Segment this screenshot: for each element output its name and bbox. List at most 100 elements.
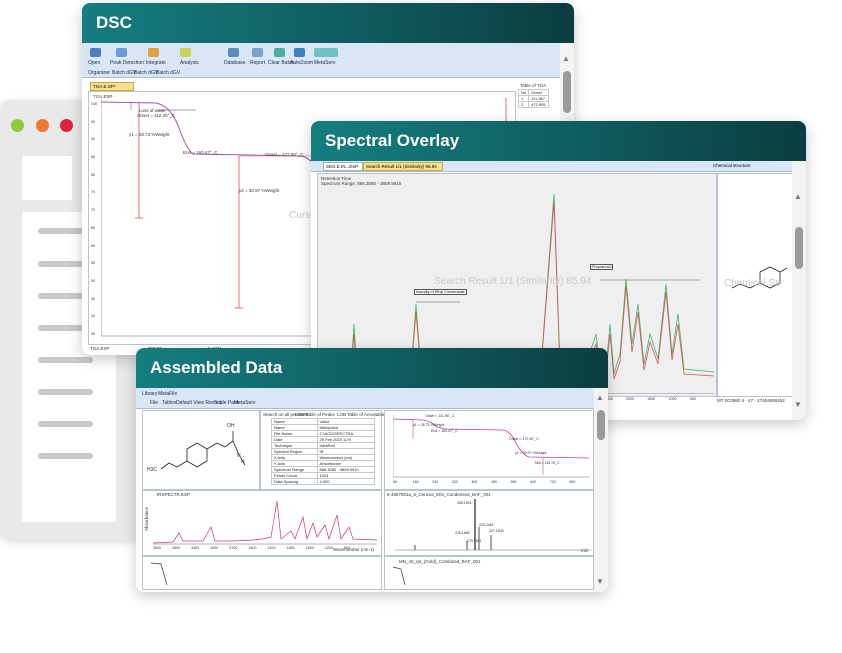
- spectral-doc-tabs: SEG.E.IN...ESP Search Result 1/1 (Simila…: [311, 161, 792, 172]
- impurity-label: Impurity of Ethyl Condensate: [414, 289, 467, 295]
- structure-label-oh: OH: [227, 423, 235, 429]
- tick-label: 90: [91, 137, 95, 142]
- menu-database[interactable]: Database: [224, 60, 245, 66]
- dsc-scroll-thumb[interactable]: [563, 71, 571, 113]
- status-file: TGA.ESP: [90, 346, 110, 351]
- spectral-status: MT 0C0980 4 · 47 · 27404590452: [717, 398, 785, 403]
- subtab-batch-3[interactable]: Batch dGV: [156, 70, 180, 76]
- scroll-up-icon[interactable]: ▲: [596, 394, 604, 402]
- menu-open[interactable]: Open: [88, 60, 100, 66]
- integrate-icon[interactable]: [148, 48, 159, 57]
- tick-label: 240: [432, 480, 439, 484]
- dsc-table: No Onset 1 111.967 2 472.905: [517, 89, 549, 108]
- subtab-batch-1[interactable]: Batch dGV: [112, 70, 136, 76]
- analysis-icon[interactable]: [180, 48, 191, 57]
- tick-label: 100: [91, 102, 97, 106]
- spectral-scroll-thumb[interactable]: [795, 227, 803, 269]
- dsc-toolbar: Open Peak Detection Integrate Analysis D…: [82, 43, 560, 78]
- structure-pane: Chemical Str: [717, 173, 793, 397]
- dsc-y-axis: 100 95 90 85 80 75 70 65 60 55 50 45 40 35: [91, 102, 101, 336]
- dsc-doc-tab[interactable]: TGA.E.SP*: [90, 82, 134, 91]
- assembled-scroll-thumb[interactable]: [597, 410, 605, 440]
- tick-label: 2100: [267, 546, 276, 550]
- ms-peak-label: 268.1691: [457, 501, 472, 505]
- menu-peak-detection[interactable]: Peak Detection: [110, 60, 144, 66]
- tga-x-axis: 80 160 240 320 400 480 560 640 720 800: [393, 480, 589, 486]
- subtab-batch-2[interactable]: Batch dGV: [134, 70, 158, 76]
- assembled-toolbar: Library MetaFile File Tables Default Vie…: [136, 388, 594, 409]
- autozoom-icon[interactable]: [294, 48, 305, 57]
- table-row[interactable]: Data Spacing 4.000: [271, 478, 376, 485]
- scroll-down-icon[interactable]: ▼: [794, 401, 802, 409]
- ms-peak-label: 275.1601: [467, 539, 482, 543]
- tab-table-of-annotations[interactable]: LOB Table of Annotations: [337, 412, 388, 417]
- toolbar-tables[interactable]: Tables: [162, 400, 176, 406]
- assembled-ir-pane: IRSPECTR.ESP Absorbance 3900 3600 3300 3000…: [142, 490, 382, 556]
- tick-label: 720: [549, 480, 556, 484]
- database-icon[interactable]: [228, 48, 239, 57]
- spectral-scrollbar[interactable]: ▲ ▼: [792, 161, 806, 420]
- tick-label: 640: [530, 480, 537, 484]
- tick-label: 75: [91, 190, 95, 195]
- assembled-table-pane: Search on all previews LOB Table of Peak…: [260, 410, 388, 490]
- assembled-structure-pane: OH H3C N H: [142, 410, 260, 490]
- overlay-watermark: Search Result 1/1 (Similarity) 85.94: [434, 276, 592, 287]
- ms-peak-label: 226.1665: [455, 531, 470, 535]
- table-row[interactable]: 1 111.967: [517, 95, 549, 102]
- scroll-up-icon[interactable]: ▲: [794, 193, 802, 201]
- tab-table-of-peaks[interactable]: LOB Table of Peaks: [295, 412, 335, 417]
- tick-label: 45: [91, 296, 95, 301]
- tick-label: 3900: [153, 546, 161, 550]
- spectral-tab-1[interactable]: SEG.E.IN...ESP: [323, 162, 363, 171]
- assembled-data-window: Assembled Data Library MetaFile File Tab…: [136, 348, 608, 592]
- bg-thumbnail: [22, 156, 72, 200]
- metaserv-icon[interactable]: [314, 48, 338, 57]
- table-cell: Data Spacing: [271, 478, 318, 485]
- open-icon[interactable]: [90, 48, 101, 57]
- structure-label-h3c: H3C: [147, 467, 158, 473]
- subtab-organizer[interactable]: Organizer: [88, 70, 110, 76]
- ir-xlabel: Wavenumber (cm-1): [333, 547, 374, 552]
- structure-watermark: Chemical Str: [724, 278, 782, 289]
- tick-label: 85: [91, 155, 95, 160]
- scroll-down-icon[interactable]: ▼: [596, 578, 604, 586]
- dsc-annotation-yield1: y1 = 28.73 %Weight: [129, 132, 170, 137]
- dsc-annotation-yield2: y2 = 30.97 %Weight: [239, 188, 280, 193]
- tga-annotation: Onset = 472.90°_C: [509, 437, 539, 441]
- ms-peak-label: 327.1845: [489, 529, 504, 533]
- table-row[interactable]: 2 472.905: [517, 101, 549, 108]
- tick-label: 3600: [172, 546, 181, 550]
- ms-xlabel: m/z: [581, 548, 589, 553]
- ir-x-axis: 3900 3600 3300 3000 2700 2400 2100 1800 1500 1200…: [153, 546, 363, 552]
- tick-label: 1500: [647, 397, 656, 401]
- table-cell: 472.905: [528, 101, 549, 108]
- ms-peak-label: 220.4461: [479, 523, 494, 527]
- spectral-tab-2[interactable]: Search Result 1/1 (Similarity) 85.94: [363, 162, 443, 171]
- toolbar-library[interactable]: Library: [142, 391, 157, 397]
- menu-integrate[interactable]: Integrate: [146, 60, 166, 66]
- structure-label-h: H: [241, 459, 245, 465]
- tick-label: 40: [91, 314, 95, 319]
- menu-autozoom[interactable]: AutoZoom: [290, 60, 313, 66]
- menu-analysis[interactable]: Analysis: [180, 60, 199, 66]
- structure-tab[interactable]: Chemical structure: [713, 162, 773, 169]
- tick-label: 3000: [210, 546, 219, 550]
- tga-annotation: y2 = 30.97 %Weight: [515, 451, 547, 455]
- peak-detection-icon[interactable]: [116, 48, 127, 57]
- toolbar-metafile[interactable]: MetaFile: [158, 391, 177, 397]
- tick-label: 160: [412, 480, 419, 484]
- toolbar-file[interactable]: File: [150, 400, 158, 406]
- toolbar-metaserv[interactable]: MetaServ: [234, 400, 255, 406]
- table-cell: 2: [517, 101, 530, 108]
- assembled-scrollbar[interactable]: ▲ ▼: [594, 388, 608, 592]
- tga-annotation: End = 160.47°_C: [431, 429, 458, 433]
- report-icon[interactable]: [252, 48, 263, 57]
- assembled-tga-pane: Onset = 111.96°_C y1 = 28.73 %Weight End…: [384, 410, 594, 490]
- tick-label: 35: [91, 332, 95, 336]
- clear-batch-icon[interactable]: [274, 48, 285, 57]
- dsc-table-title: Table of TGA: [520, 83, 547, 88]
- scroll-up-icon[interactable]: ▲: [562, 55, 570, 63]
- menu-report[interactable]: Report: [250, 60, 265, 66]
- menu-metaserv[interactable]: MetaServ: [314, 60, 335, 66]
- tick-label: 560: [510, 480, 517, 484]
